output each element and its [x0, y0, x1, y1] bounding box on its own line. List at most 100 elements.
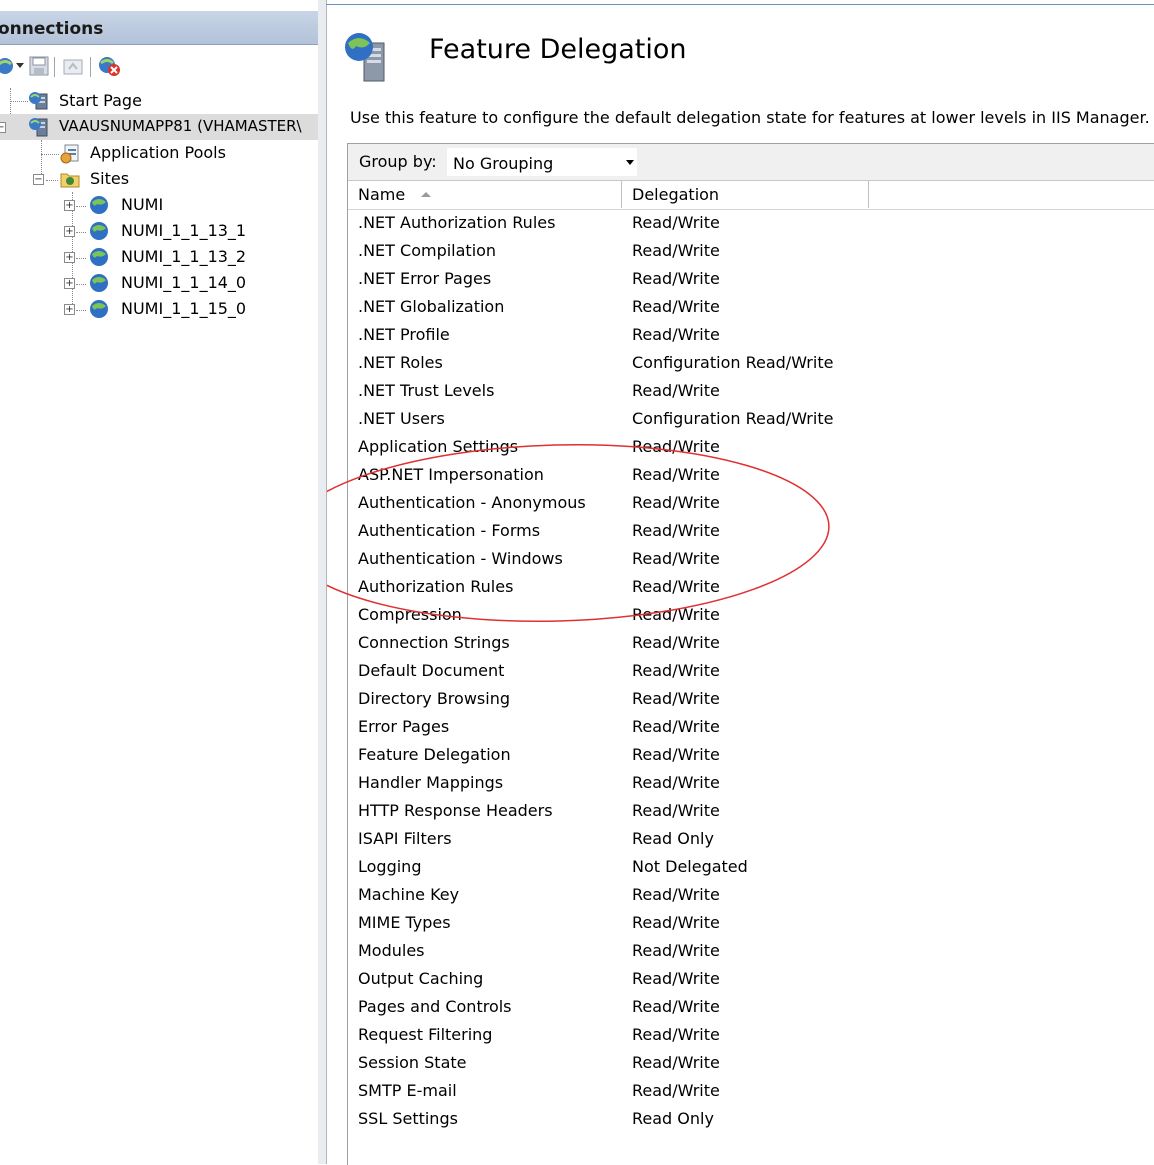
table-row[interactable]: Machine Key Read/Write — [348, 882, 1154, 910]
table-row[interactable]: Output Caching Read/Write — [348, 966, 1154, 994]
page-title: Feature Delegation — [429, 34, 687, 65]
tree-item-sites[interactable]: − Sites — [0, 166, 318, 192]
table-row[interactable]: .NET Error Pages Read/Write — [348, 266, 1154, 294]
delegation-state: Read/Write — [632, 801, 720, 820]
table-row[interactable]: Request Filtering Read/Write — [348, 1022, 1154, 1050]
toolbar-separator — [54, 57, 55, 77]
feature-name: .NET Trust Levels — [358, 381, 495, 400]
expand-icon[interactable]: + — [64, 200, 75, 211]
table-row[interactable]: Authorization Rules Read/Write — [348, 574, 1154, 602]
feature-name: Default Document — [358, 661, 505, 680]
feature-name: Handler Mappings — [358, 773, 504, 792]
feature-name: SSL Settings — [358, 1109, 458, 1128]
feature-name: .NET Profile — [358, 325, 450, 344]
expand-icon[interactable]: + — [64, 278, 75, 289]
connect-icon[interactable] — [0, 55, 16, 77]
table-row[interactable]: ISAPI Filters Read Only — [348, 826, 1154, 854]
save-icon[interactable] — [28, 55, 50, 77]
feature-name: Authentication - Forms — [358, 521, 541, 540]
delegation-state: Read/Write — [632, 437, 720, 456]
feature-name: Request Filtering — [358, 1025, 493, 1044]
table-row[interactable]: Modules Read/Write — [348, 938, 1154, 966]
feature-name: Compression — [358, 605, 462, 624]
feature-name: Machine Key — [358, 885, 460, 904]
feature-name: Pages and Controls — [358, 997, 512, 1016]
table-row[interactable]: MIME Types Read/Write — [348, 910, 1154, 938]
table-row[interactable]: Application Settings Read/Write — [348, 434, 1154, 462]
feature-name: SMTP E-mail — [358, 1081, 457, 1100]
expand-icon[interactable]: + — [64, 226, 75, 237]
expand-icon[interactable]: + — [64, 252, 75, 263]
delegation-state: Read/Write — [632, 661, 720, 680]
up-level-icon[interactable] — [62, 55, 84, 77]
start-page-icon — [29, 92, 48, 110]
table-row[interactable]: .NET Profile Read/Write — [348, 322, 1154, 350]
table-row[interactable]: Logging Not Delegated — [348, 854, 1154, 882]
table-row[interactable]: .NET Compilation Read/Write — [348, 238, 1154, 266]
group-by-dropdown[interactable]: No Grouping — [446, 147, 638, 177]
delegation-state: Read/Write — [632, 521, 720, 540]
disconnect-icon[interactable] — [96, 55, 122, 77]
feature-name: Authentication - Windows — [358, 549, 563, 568]
table-row[interactable]: Authentication - Windows Read/Write — [348, 546, 1154, 574]
feature-name: .NET Globalization — [358, 297, 505, 316]
tree-item-site[interactable]: + NUMI_1_1_13_2 — [0, 244, 318, 270]
column-header-delegation[interactable]: Delegation — [622, 181, 869, 208]
table-row[interactable]: HTTP Response Headers Read/Write — [348, 798, 1154, 826]
delegation-state: Read/Write — [632, 633, 720, 652]
collapse-icon[interactable]: − — [0, 122, 6, 133]
expand-icon[interactable]: + — [64, 304, 75, 315]
table-row[interactable]: Default Document Read/Write — [348, 658, 1154, 686]
tree-item-site[interactable]: + NUMI — [0, 192, 318, 218]
table-row[interactable]: .NET Roles Configuration Read/Write — [348, 350, 1154, 378]
server-icon — [29, 118, 48, 137]
feature-name: ASP.NET Impersonation — [358, 465, 544, 484]
table-row[interactable]: .NET Globalization Read/Write — [348, 294, 1154, 322]
globe-icon — [90, 274, 108, 292]
tree-item-label: NUMI_1_1_13_2 — [121, 247, 247, 266]
globe-icon — [90, 300, 108, 318]
feature-name: HTTP Response Headers — [358, 801, 553, 820]
table-row[interactable]: Error Pages Read/Write — [348, 714, 1154, 742]
table-row[interactable]: .NET Users Configuration Read/Write — [348, 406, 1154, 434]
feature-name: Error Pages — [358, 717, 450, 736]
table-row[interactable]: Compression Read/Write — [348, 602, 1154, 630]
table-row[interactable]: Authentication - Forms Read/Write — [348, 518, 1154, 546]
group-by-value: No Grouping — [453, 154, 554, 173]
table-row[interactable]: Connection Strings Read/Write — [348, 630, 1154, 658]
delegation-state: Read/Write — [632, 381, 720, 400]
table-row[interactable]: Feature Delegation Read/Write — [348, 742, 1154, 770]
sort-ascending-icon — [421, 192, 431, 197]
chevron-down-icon[interactable] — [626, 160, 634, 165]
group-by-label: Group by: — [359, 152, 437, 171]
tree-item-label: Start Page — [59, 91, 142, 110]
delegation-state: Read/Write — [632, 717, 720, 736]
table-row[interactable]: SSL Settings Read Only — [348, 1106, 1154, 1134]
feature-name: Directory Browsing — [358, 689, 510, 708]
tree-item-site[interactable]: + NUMI_1_1_15_0 — [0, 296, 318, 322]
table-row[interactable]: ASP.NET Impersonation Read/Write — [348, 462, 1154, 490]
tree-item-application-pools[interactable]: Application Pools — [0, 140, 318, 166]
tree-item-site[interactable]: + NUMI_1_1_13_1 — [0, 218, 318, 244]
table-row[interactable]: Directory Browsing Read/Write — [348, 686, 1154, 714]
tree-item-start-page[interactable]: Start Page — [0, 88, 318, 114]
delegation-state: Read/Write — [632, 297, 720, 316]
table-row[interactable]: .NET Authorization Rules Read/Write — [348, 210, 1154, 238]
tree-item-label: Application Pools — [90, 143, 226, 162]
collapse-icon[interactable]: − — [33, 174, 44, 185]
tree-item-server[interactable]: − VAAUSNUMAPP81 (VHAMASTER\ — [0, 114, 318, 140]
tree-item-site[interactable]: + NUMI_1_1_14_0 — [0, 270, 318, 296]
feature-delegation-icon — [345, 33, 385, 82]
column-header-name[interactable]: Name — [348, 181, 622, 208]
delegation-state: Read/Write — [632, 549, 720, 568]
table-row[interactable]: SMTP E-mail Read/Write — [348, 1078, 1154, 1106]
delegation-state: Read/Write — [632, 997, 720, 1016]
pane-splitter[interactable] — [318, 0, 327, 1164]
feature-name: Modules — [358, 941, 425, 960]
table-row[interactable]: Authentication - Anonymous Read/Write — [348, 490, 1154, 518]
table-row[interactable]: .NET Trust Levels Read/Write — [348, 378, 1154, 406]
table-row[interactable]: Session State Read/Write — [348, 1050, 1154, 1078]
chevron-down-icon[interactable] — [16, 63, 24, 68]
table-row[interactable]: Pages and Controls Read/Write — [348, 994, 1154, 1022]
table-row[interactable]: Handler Mappings Read/Write — [348, 770, 1154, 798]
